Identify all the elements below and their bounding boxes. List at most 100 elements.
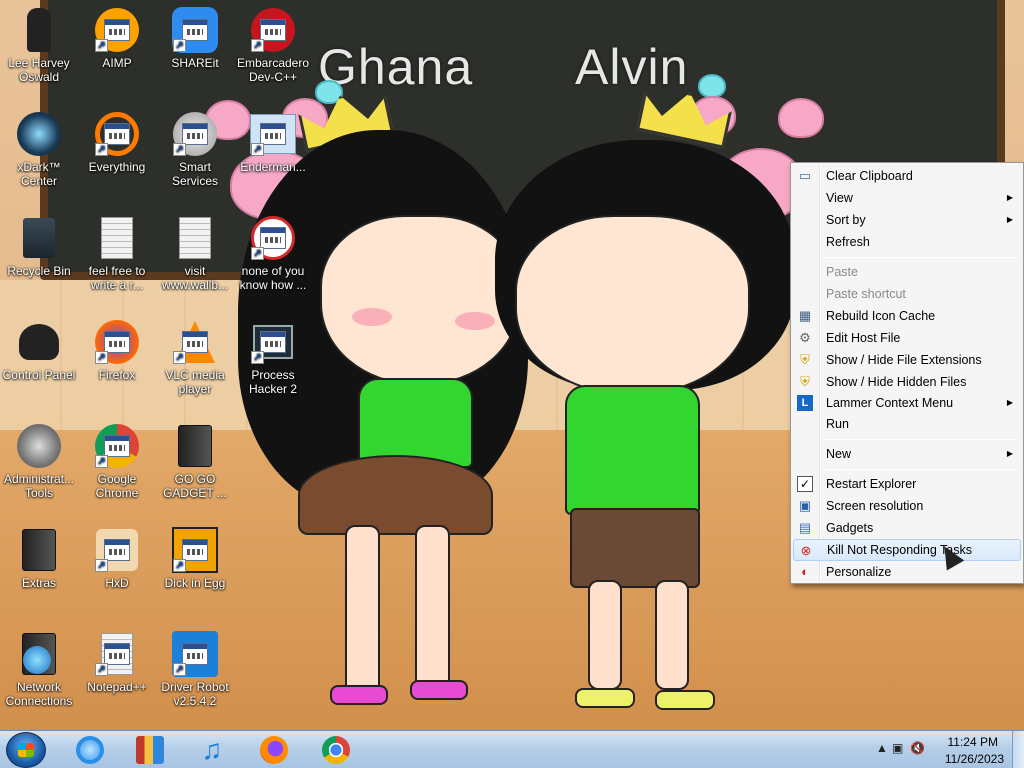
menu-item-new[interactable]: New ▶: [793, 443, 1021, 465]
desktop-icon-firefox[interactable]: ↗ Firefox: [78, 318, 156, 382]
taskbar-firefox[interactable]: [246, 733, 302, 767]
clipboard-icon: ▭: [798, 168, 812, 183]
clock-time[interactable]: 11:24 PM: [948, 735, 998, 749]
admin-tools-icon: [15, 422, 63, 470]
taskbar-internet-explorer[interactable]: [62, 733, 118, 767]
menu-item-paste-shortcut[interactable]: Paste shortcut: [793, 283, 1021, 305]
menu-item-personalize[interactable]: ◐ Personalize: [793, 561, 1021, 583]
menu-item-gadgets[interactable]: ▤ Gadgets: [793, 517, 1021, 539]
enderman-icon: ↗: [249, 110, 297, 158]
menu-item-rebuild-icon-cache[interactable]: ▦ Rebuild Icon Cache: [793, 305, 1021, 327]
desktop-icon-feel-free-text[interactable]: feel free to write a r...: [78, 214, 156, 292]
archive-icon: [136, 736, 164, 764]
desktop-icon-driver-robot[interactable]: ↗ Driver Robot v2.5.4.2: [156, 630, 234, 708]
desktop-icon-lee-harvey-oswald[interactable]: Lee Harvey Oswald: [0, 6, 78, 84]
desktop-icon-shareit[interactable]: ↗ SHAREit: [156, 6, 234, 70]
menu-item-view[interactable]: View ▶: [793, 187, 1021, 209]
menu-item-label: Refresh: [826, 235, 870, 249]
firefox-icon: ↗: [93, 318, 141, 366]
checkmark-icon: ✓: [797, 476, 813, 492]
desktop-icon-process-hacker[interactable]: ↗ Process Hacker 2: [234, 318, 312, 396]
desktop-icon-everything[interactable]: ↗ Everything: [78, 110, 156, 174]
desktop-icon-label: Smart Services: [171, 160, 218, 188]
desktop-icon-none-of-you[interactable]: ↗ none of you know how ...: [234, 214, 312, 292]
network-icon: [15, 630, 63, 678]
desktop-icon-recycle-bin[interactable]: Recycle Bin: [0, 214, 78, 278]
music-icon: ♫: [201, 734, 223, 765]
desktop-icon-hxd[interactable]: ↗ HxD: [78, 526, 156, 590]
menu-item-restart-explorer[interactable]: ✓ Restart Explorer: [793, 473, 1021, 495]
desktop-icon-google-chrome[interactable]: ↗ Google Chrome: [78, 422, 156, 500]
desktop-icon-go-go-gadget[interactable]: GO GO GADGET ...: [156, 422, 234, 500]
desktop-icon-label: Extras: [21, 576, 56, 590]
network-status-icon[interactable]: ▣: [892, 741, 903, 755]
firefox-icon: [260, 736, 288, 764]
desktop-icon-aimp[interactable]: ↗ AIMP: [78, 6, 156, 70]
desktop-icon-label: GO GO GADGET ...: [163, 472, 227, 500]
taskbar-music-player[interactable]: ♫: [184, 733, 240, 767]
menu-item-kill-not-responding-tasks[interactable]: ⊗ Kill Not Responding Tasks: [793, 539, 1021, 561]
desktop-icon-label: Everything: [88, 160, 146, 174]
menu-item-lammer-context-menu[interactable]: L Lammer Context Menu ▶: [793, 392, 1021, 414]
desktop-icon-smart-services[interactable]: ↗ Smart Services: [156, 110, 234, 188]
gear-icon: ⚙: [799, 330, 811, 345]
show-desktop-button[interactable]: [1012, 731, 1024, 768]
kill-task-icon: ⊗: [800, 543, 812, 558]
desktop-icon-label: feel free to write a r...: [88, 264, 146, 292]
desktop-icon-visit-wallb[interactable]: visit www.wallb...: [156, 214, 234, 292]
rebuild-cache-icon: ▦: [798, 308, 812, 323]
menu-item-label: Paste shortcut: [826, 287, 906, 301]
desktop-icon-label: Driver Robot v2.5.4.2: [161, 680, 229, 708]
menu-separator: [824, 439, 1017, 440]
character-leg: [415, 525, 450, 695]
menu-item-sort-by[interactable]: Sort by ▶: [793, 209, 1021, 231]
menu-item-label: Show / Hide File Extensions: [826, 353, 982, 367]
hxd-icon: ↗: [93, 526, 141, 574]
show-hidden-icons-icon[interactable]: ▲: [876, 741, 888, 755]
taskbar-archive[interactable]: [122, 733, 178, 767]
menu-item-refresh[interactable]: Refresh: [793, 231, 1021, 253]
folder-icon: [171, 422, 219, 470]
volume-muted-icon[interactable]: 🔇: [910, 741, 925, 755]
menu-item-label: View: [826, 191, 853, 205]
desktop-icon-extras[interactable]: Extras: [0, 526, 78, 590]
menu-item-paste[interactable]: Paste: [793, 261, 1021, 283]
blush: [455, 312, 495, 330]
clock-date[interactable]: 11/26/2023: [945, 752, 1004, 766]
desktop-icon-vlc[interactable]: ↗ VLC media player: [156, 318, 234, 396]
character-icon: [15, 6, 63, 54]
desktop-icon-label: xDark™ Center: [17, 160, 61, 188]
menu-item-label: Edit Host File: [826, 331, 901, 345]
personalize-icon: ◐: [801, 564, 809, 579]
desktop-icon-xdark-center[interactable]: xDark™ Center: [0, 110, 78, 188]
menu-separator: [824, 257, 1017, 258]
menu-item-label: Show / Hide Hidden Files: [826, 375, 967, 389]
menu-item-show-hide-file-extensions[interactable]: ⛨ Show / Hide File Extensions: [793, 349, 1021, 371]
menu-item-run[interactable]: Run: [793, 413, 1021, 435]
start-button[interactable]: [6, 732, 46, 768]
character-face: [515, 215, 750, 395]
desktop-icon-control-panel[interactable]: Control Panel: [0, 318, 78, 382]
desktop-icon-label: Lee Harvey Oswald: [8, 56, 70, 84]
desktop-icon-notepad-plus-plus[interactable]: ↗ Notepad++: [78, 630, 156, 694]
character-shirt: [358, 378, 473, 468]
devcpp-icon: ↗: [249, 6, 297, 54]
desktop-icon-network-connections[interactable]: Network Connections: [0, 630, 78, 708]
character-face: [320, 215, 520, 385]
taskbar-chrome[interactable]: [308, 733, 364, 767]
desktop-icon-label: HxD: [105, 576, 129, 590]
desktop-icon-label: Enderman...: [240, 160, 306, 174]
desktop-icon-administrative-tools[interactable]: Administrat... Tools: [0, 422, 78, 500]
menu-item-edit-host-file[interactable]: ⚙ Edit Host File: [793, 327, 1021, 349]
desktop-icon-enderman[interactable]: ↗ Enderman...: [234, 110, 312, 174]
menu-item-label: Screen resolution: [826, 499, 924, 513]
text-document-icon: [171, 214, 219, 262]
menu-item-label: Lammer Context Menu: [826, 396, 954, 410]
menu-item-screen-resolution[interactable]: ▣ Screen resolution: [793, 495, 1021, 517]
desktop-icon-embarcadero-devcpp[interactable]: ↗ Embarcadero Dev-C++: [234, 6, 312, 84]
heart-decoration: [778, 98, 824, 138]
menu-item-clear-clipboard[interactable]: ▭ Clear Clipboard: [793, 165, 1021, 187]
everything-icon: ↗: [93, 110, 141, 158]
menu-item-show-hide-hidden-files[interactable]: ⛨ Show / Hide Hidden Files: [793, 371, 1021, 393]
desktop-icon-dick-in-egg[interactable]: ↗ Dick in Egg: [156, 526, 234, 590]
